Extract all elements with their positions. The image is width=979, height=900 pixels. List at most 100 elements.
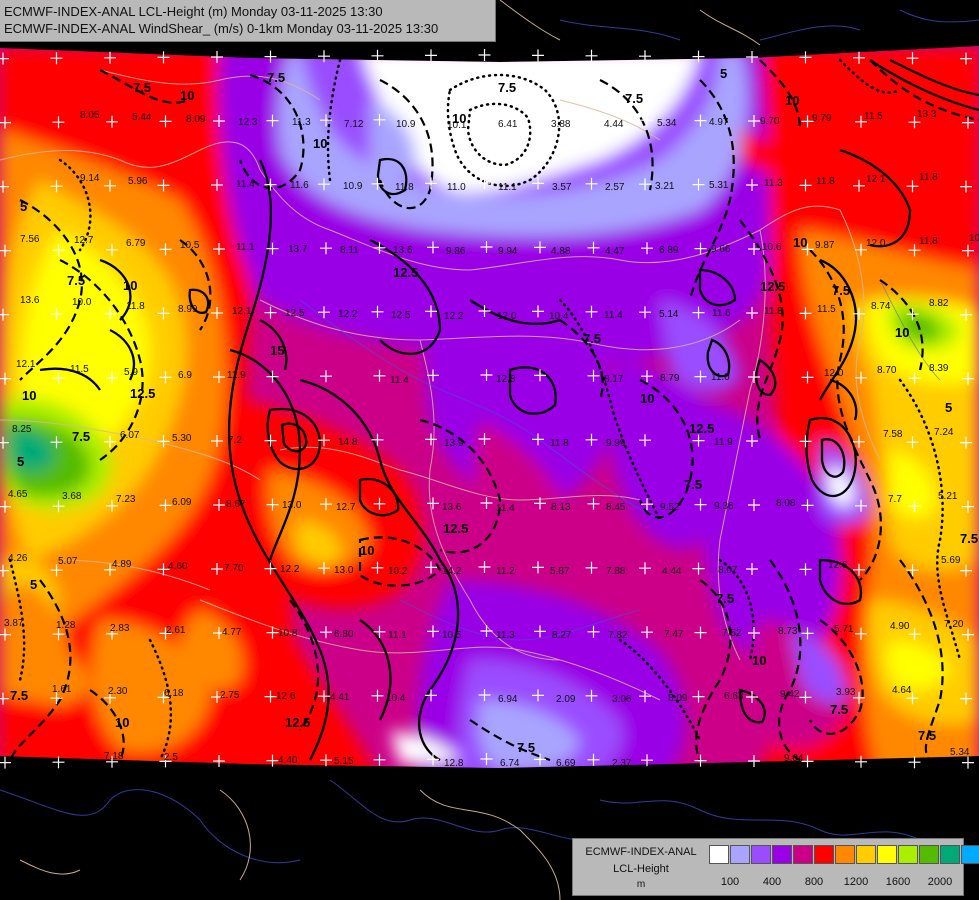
windshear-value-label: 5.14	[659, 309, 679, 320]
windshear-value-label: 12.8	[444, 758, 464, 769]
windshear-value-label: 13.0	[334, 565, 354, 576]
contour-label: 7.5	[133, 80, 151, 95]
windshear-value-label: 8.17	[604, 374, 624, 385]
windshear-value-label: 10.5	[442, 630, 462, 641]
windshear-value-label: 11.5	[817, 304, 836, 315]
windshear-value-label: 12.5	[285, 308, 305, 319]
windshear-value-label: 10.4	[549, 311, 569, 322]
windshear-value-label: 11.8	[395, 182, 414, 193]
contour-label: 12.5	[689, 421, 714, 436]
windshear-value-label: 8.73	[778, 626, 798, 637]
windshear-value-label: 7.24	[934, 427, 954, 438]
windshear-value-label: 3.87	[4, 618, 24, 629]
contour-label: 12.5	[130, 386, 155, 401]
legend-swatch	[940, 845, 960, 864]
windshear-value-label: 3.68	[62, 491, 82, 502]
contour-label: 12.5	[443, 521, 468, 536]
windshear-value-label: 7.88	[606, 566, 626, 577]
windshear-value-label: 8.09	[186, 114, 206, 125]
legend-swatch	[961, 845, 979, 864]
windshear-value-label: 6.80	[334, 629, 354, 640]
contour-label: 7.5	[10, 688, 28, 703]
grid-cross	[908, 756, 921, 769]
contour-label: 7.5	[716, 591, 734, 606]
legend-color-scale	[709, 845, 979, 864]
windshear-value-label: 12.5	[391, 310, 411, 321]
windshear-value-label: 2.61	[166, 625, 186, 636]
windshear-value-label: 11.5	[70, 364, 89, 375]
contour-label: 12.5	[760, 279, 785, 294]
contour-label: 7.5	[267, 70, 285, 85]
windshear-value-label: 9.94	[498, 246, 518, 257]
windshear-value-label: 1.28	[56, 620, 76, 631]
windshear-value-label: 13.6	[442, 502, 462, 513]
legend-tick-label: 1600	[885, 876, 911, 888]
windshear-value-label: 8.09	[668, 693, 688, 704]
windshear-value-label: 13.3	[917, 109, 937, 120]
legend-tick-label: 1200	[843, 876, 869, 888]
windshear-value-label: 2.37	[612, 758, 632, 769]
windshear-value-label: 4.97	[709, 117, 729, 128]
contour-label: 5	[17, 454, 24, 469]
windshear-value-label: 12.3	[238, 117, 258, 128]
windshear-value-label: 6.74	[500, 758, 520, 769]
windshear-value-label: 6.94	[498, 694, 518, 705]
windshear-value-label: 11.1	[498, 182, 517, 193]
windshear-value-label: 12.0	[497, 311, 517, 322]
windshear-value-label: 13.0	[282, 500, 302, 511]
contour-label: 10	[313, 136, 327, 151]
contour-label: 10	[123, 278, 137, 293]
contour-label: 10	[640, 391, 654, 406]
legend-swatch	[814, 845, 834, 864]
contour-label: 5	[20, 199, 27, 214]
windshear-value-label: 5.07	[58, 556, 78, 567]
windshear-value-label: 11.5	[864, 111, 883, 122]
windshear-value-label: 2.30	[108, 686, 128, 697]
legend-title-model: ECMWF-INDEX-ANAL	[585, 846, 697, 858]
windshear-value-label: 10.6	[762, 242, 782, 253]
windshear-value-label: 11.8	[764, 306, 783, 317]
legend-tick-label: 800	[804, 876, 824, 888]
windshear-value-label: 11.9	[227, 370, 246, 381]
windshear-value-label: 8.11	[340, 245, 359, 256]
windshear-value-label: 6.63	[724, 691, 744, 702]
contour-label: 10	[360, 543, 374, 558]
windshear-value-label: 11.0	[447, 182, 466, 193]
windshear-value-label: 8.79	[660, 373, 680, 384]
windshear-value-label: 6.89	[659, 245, 679, 256]
windshear-value-label: 14.2	[442, 566, 462, 577]
windshear-value-label: 11.6	[712, 308, 731, 319]
windshear-value-label: 11.8	[550, 438, 569, 449]
windshear-value-label: 12.2	[444, 311, 464, 322]
windshear-value-label: 12.8	[496, 374, 516, 385]
contour-label: 7.5	[583, 331, 601, 346]
windshear-value-label: 5.44	[132, 112, 152, 123]
legend-tick-label: 100	[720, 876, 740, 888]
windshear-value-label: 7.12	[344, 119, 364, 130]
windshear-value-label: 8.99	[178, 304, 198, 315]
windshear-value-label: 11.2	[496, 566, 515, 577]
contour-label: 7.5	[830, 702, 848, 717]
title-box: ECMWF-INDEX-ANAL LCL-Height (m) Monday 0…	[0, 0, 496, 42]
windshear-value-label: 5.30	[172, 433, 192, 444]
windshear-value-label: 9.04	[784, 753, 804, 764]
windshear-value-label: 9.87	[815, 240, 835, 251]
windshear-value-label: 8.82	[929, 298, 949, 309]
windshear-value-label: 8.45	[606, 502, 626, 513]
windshear-value-label: 10.8	[278, 628, 298, 639]
windshear-value-label: 7.56	[20, 234, 40, 245]
windshear-value-label: 7.20	[944, 619, 964, 630]
windshear-value-label: 4.65	[8, 489, 28, 500]
contour-label: 7.5	[625, 91, 643, 106]
windshear-value-label: 6.07	[120, 430, 140, 441]
windshear-value-label: 10.8	[969, 233, 979, 244]
windshear-value-label: 12.0	[866, 238, 886, 249]
windshear-value-label: 10.0	[72, 297, 92, 308]
contour-label: 12.5	[393, 265, 418, 280]
contour-label: 7.5	[498, 80, 516, 95]
title-line-2: ECMWF-INDEX-ANAL WindShear_ (m/s) 0-1km …	[4, 21, 439, 36]
windshear-value-label: 9.86	[446, 246, 466, 257]
windshear-value-label: 4.40	[278, 755, 298, 766]
legend: ECMWF-INDEX-ANAL LCL-Height m 100 400 800 1…	[572, 838, 979, 896]
windshear-value-label: 5.31	[709, 180, 729, 191]
